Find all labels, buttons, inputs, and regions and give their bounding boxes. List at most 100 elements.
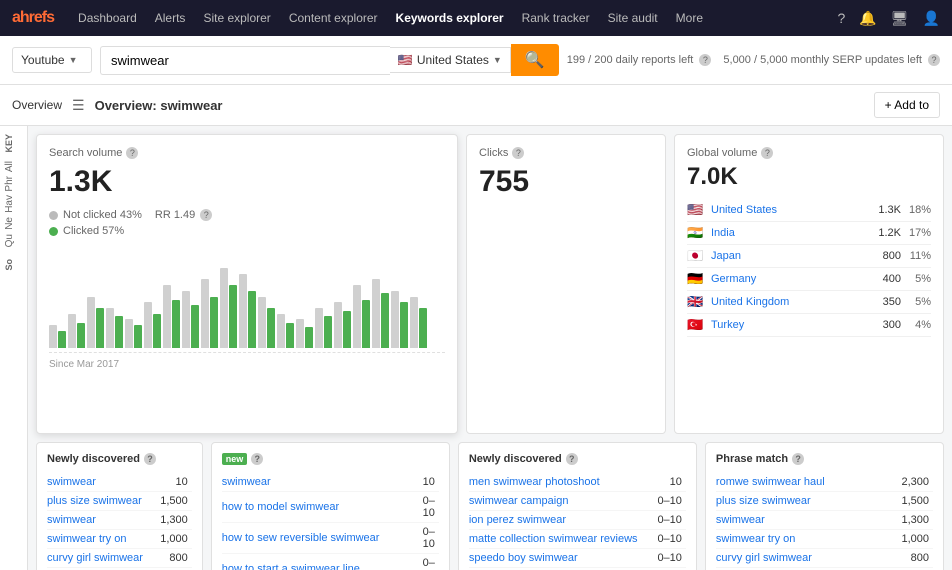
nav-item-site-explorer[interactable]: Site explorer (195, 7, 278, 29)
gv-volume: 300 (869, 319, 901, 331)
search-input[interactable] (100, 46, 390, 75)
nd-help-icon[interactable]: ? (144, 453, 156, 465)
gv-country-name[interactable]: India (711, 227, 863, 239)
gv-country-name[interactable]: Japan (711, 250, 863, 262)
sidebar-key-label: KEY (4, 134, 14, 153)
gv-row: 🇮🇳 India 1.2K 17% (687, 222, 931, 245)
gv-flag: 🇺🇸 (687, 202, 705, 218)
bar-group (68, 314, 85, 348)
search-button[interactable]: 🔍 (511, 44, 559, 76)
kw-link[interactable]: curvy girl swimwear (47, 552, 143, 564)
monitor-icon[interactable]: 🖥 (891, 10, 909, 27)
table-row: matte collection swimwear reviews 0–10 (469, 530, 686, 549)
kw-link[interactable]: swimwear try on (716, 533, 795, 545)
bar-group (410, 297, 427, 348)
daily-help-icon[interactable]: ? (699, 54, 711, 66)
pm-help-icon[interactable]: ? (792, 453, 804, 465)
bar-green (267, 308, 275, 348)
bar-group (277, 314, 294, 348)
clicks-title: Clicks ? (479, 147, 653, 159)
gv-percent: 11% (907, 250, 931, 262)
kw-link[interactable]: swimwear (716, 514, 765, 526)
nd2-help-icon[interactable]: ? (566, 453, 578, 465)
kw-link[interactable]: how to start a swimwear line (222, 563, 360, 570)
kw-link[interactable]: men swimwear photoshoot (469, 476, 600, 488)
gv-country-name[interactable]: Germany (711, 273, 863, 285)
gv-percent: 17% (907, 227, 931, 239)
add-to-button[interactable]: + Add to (874, 92, 940, 118)
kw-link[interactable]: ion perez swimwear (469, 514, 566, 526)
bar-green (134, 325, 142, 348)
sidebar-all[interactable]: All (4, 161, 15, 172)
hamburger-icon[interactable]: ☰ (72, 97, 85, 114)
gv-volume: 350 (869, 296, 901, 308)
gv-country-name[interactable]: United States (711, 204, 863, 216)
nav-item-more[interactable]: More (668, 7, 711, 29)
kw-link[interactable]: matte collection swimwear reviews (469, 533, 638, 545)
nav-item-site-audit[interactable]: Site audit (600, 7, 666, 29)
chart-area: Since Mar 2017 (49, 253, 445, 370)
kw-link[interactable]: swimwear try on (47, 533, 126, 545)
country-select[interactable]: 🇺🇸 United States ▼ (390, 47, 511, 73)
clicks-help-icon[interactable]: ? (512, 147, 524, 159)
bar-green (77, 323, 85, 348)
gv-volume: 400 (869, 273, 901, 285)
bar-green (419, 308, 427, 348)
gv-row: 🇩🇪 Germany 400 5% (687, 268, 931, 291)
gv-row: 🇹🇷 Turkey 300 4% (687, 314, 931, 337)
nav-item-rank-tracker[interactable]: Rank tracker (514, 7, 598, 29)
sidebar-having[interactable]: Hav (4, 195, 15, 213)
bar-group (87, 297, 104, 348)
left-sidebar: KEY All Phr Hav Ne Qu So (0, 126, 28, 570)
kw-link[interactable]: plus size swimwear (716, 495, 811, 507)
monthly-help-icon[interactable]: ? (928, 54, 940, 66)
nd2-title: Newly discovered ? (469, 453, 686, 465)
bar-gray (106, 308, 114, 348)
bar-green (96, 308, 104, 348)
platform-select[interactable]: Youtube ▼ (12, 47, 92, 73)
bar-group (144, 302, 161, 348)
kw-link[interactable]: romwe swimwear haul (716, 476, 825, 488)
clicked-dot (49, 227, 58, 236)
monthly-reports: 5,000 / 5,000 monthly SERP updates left … (723, 54, 940, 66)
bar-green (305, 327, 313, 348)
sidebar-phrase[interactable]: Phr (4, 176, 15, 192)
sidebar-newly[interactable]: Ne (4, 217, 15, 230)
bar-green (362, 300, 370, 348)
bar-gray (258, 297, 266, 348)
gv-flag: 🇹🇷 (687, 317, 705, 333)
bar-group (334, 302, 351, 348)
nav-items: Dashboard Alerts Site explorer Content e… (70, 7, 711, 29)
gv-title: Global volume ? (687, 147, 931, 159)
nav-item-keywords-explorer[interactable]: Keywords explorer (388, 7, 512, 29)
overview-tab[interactable]: Overview (12, 98, 62, 112)
kw-link[interactable]: swimwear (222, 476, 271, 488)
kw-link[interactable]: how to sew reversible swimwear (222, 532, 380, 544)
table-row: swimwear try on 1,000 (716, 530, 933, 549)
phrase-match-table: Phrase match ? romwe swimwear haul 2,300… (705, 442, 944, 570)
sidebar-questions[interactable]: Qu (4, 234, 15, 247)
table-row: men swimwear photoshoot 10 (469, 473, 686, 492)
kw-link[interactable]: swimwear campaign (469, 495, 569, 507)
sv-help-icon[interactable]: ? (126, 147, 138, 159)
kw-link[interactable]: swimwear (47, 476, 96, 488)
table-row: romwe swimwear haul 2,300 (716, 473, 933, 492)
kw-link[interactable]: curvy girl swimwear (716, 552, 812, 564)
nav-item-content-explorer[interactable]: Content explorer (281, 7, 386, 29)
kw-link[interactable]: how to model swimwear (222, 501, 339, 513)
bell-icon[interactable]: 🔔 (859, 10, 876, 27)
user-icon[interactable]: 👤 (923, 10, 940, 27)
kw-link[interactable]: swimwear (47, 514, 96, 526)
bar-gray (391, 291, 399, 348)
gv-country-name[interactable]: United Kingdom (711, 296, 863, 308)
kw-link[interactable]: plus size swimwear (47, 495, 142, 507)
nav-item-alerts[interactable]: Alerts (147, 7, 194, 29)
nav-item-dashboard[interactable]: Dashboard (70, 7, 145, 29)
q-help-icon[interactable]: ? (251, 453, 263, 465)
gv-help-icon[interactable]: ? (761, 147, 773, 159)
help-icon[interactable]: ? (838, 10, 846, 26)
kw-link[interactable]: speedo boy swimwear (469, 552, 578, 564)
gv-row: 🇬🇧 United Kingdom 350 5% (687, 291, 931, 314)
gv-country-name[interactable]: Turkey (711, 319, 863, 331)
rr-help-icon[interactable]: ? (200, 209, 212, 221)
